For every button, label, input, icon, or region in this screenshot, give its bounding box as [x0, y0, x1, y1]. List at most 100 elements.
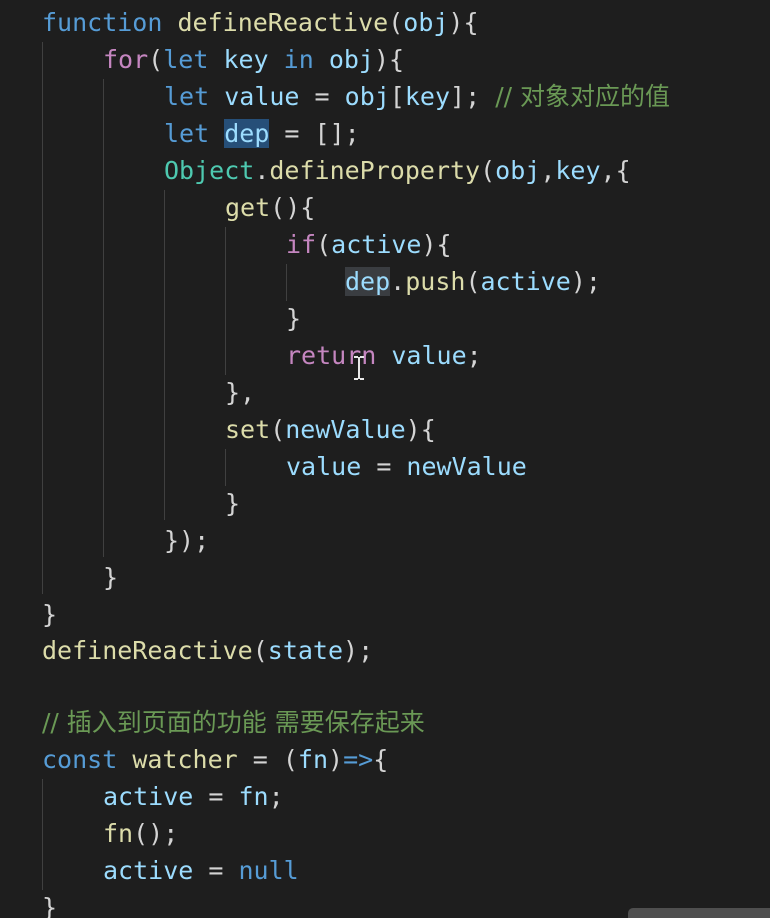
operator: =	[237, 745, 283, 774]
keyword-if: if	[286, 230, 317, 259]
parameter: newValue	[285, 415, 406, 444]
punctuation: (	[252, 636, 268, 665]
arrow-operator: =>	[343, 745, 374, 774]
punctuation: ){	[421, 230, 452, 259]
variable: active	[103, 782, 194, 811]
punctuation: (	[148, 45, 164, 74]
method-name: get	[225, 193, 271, 222]
code-line-7[interactable]: if(active){	[286, 226, 452, 263]
punctuation: [	[389, 82, 405, 111]
code-line-17[interactable]: }	[42, 596, 57, 633]
punctuation: (	[316, 230, 332, 259]
punctuation: (	[480, 156, 496, 185]
function-name: defineReactive	[177, 8, 389, 37]
operator: =	[299, 82, 345, 111]
function-name: watcher	[132, 745, 238, 774]
variable: newValue	[406, 452, 527, 481]
punctuation: }	[42, 600, 58, 629]
punctuation: = [];	[269, 119, 360, 148]
function-call: fn	[103, 819, 134, 848]
code-line-9[interactable]: }	[286, 300, 301, 337]
code-line-24[interactable]: active = null	[103, 852, 299, 889]
code-comment: // 对象对应的值	[495, 82, 670, 111]
punctuation: ){	[448, 8, 479, 37]
punctuation: }	[42, 893, 58, 918]
keyword-for: for	[103, 45, 149, 74]
variable: value	[224, 82, 300, 111]
punctuation: },	[225, 378, 256, 407]
variable: fn	[238, 782, 269, 811]
punctuation: );	[570, 267, 601, 296]
punctuation: (	[388, 8, 404, 37]
keyword-null: null	[238, 856, 299, 885]
punctuation: (	[270, 415, 286, 444]
code-line-23[interactable]: fn();	[103, 815, 178, 852]
keyword-return: return	[286, 341, 377, 370]
code-line-11[interactable]: },	[225, 374, 255, 411]
operator: =	[193, 782, 239, 811]
code-line-25[interactable]: }	[42, 889, 57, 918]
variable: key	[223, 45, 269, 74]
variable: key	[404, 82, 451, 111]
punctuation: ,	[540, 156, 556, 185]
code-line-10[interactable]: return value;	[286, 337, 482, 374]
code-line-1[interactable]: function defineReactive(obj){	[42, 4, 479, 41]
punctuation: .	[390, 267, 406, 296]
punctuation: ){	[373, 45, 405, 74]
code-line-22[interactable]: active = fn;	[103, 778, 284, 815]
code-editor[interactable]: function defineReactive(obj){ for(let ke…	[0, 0, 770, 918]
variable: key	[555, 156, 601, 185]
parameter: obj	[403, 8, 449, 37]
keyword-in: in	[283, 45, 314, 74]
keyword-function: function	[42, 8, 163, 37]
indent-guide	[42, 779, 43, 890]
code-line-4[interactable]: let dep = [];	[164, 115, 360, 152]
method-name: defineProperty	[269, 156, 481, 185]
keyword-let: let	[164, 82, 210, 111]
code-line-6[interactable]: get(){	[225, 189, 315, 226]
variable: active	[480, 267, 571, 296]
punctuation: ,{	[600, 156, 631, 185]
code-line-2[interactable]: for(let key in obj){	[103, 41, 404, 78]
indent-guide	[286, 264, 287, 301]
highlighted-variable: dep	[345, 267, 391, 296]
punctuation: }	[286, 304, 302, 333]
punctuation: ;	[268, 782, 284, 811]
horizontal-scrollbar-thumb[interactable]	[628, 908, 770, 918]
indent-guide	[225, 449, 226, 486]
code-line-3[interactable]: let value = obj[key]; // 对象对应的值	[164, 78, 670, 115]
punctuation: }	[103, 563, 119, 592]
code-line-15[interactable]: });	[164, 522, 209, 559]
variable: obj	[495, 156, 541, 185]
code-line-13[interactable]: value = newValue	[286, 448, 527, 485]
punctuation: (){	[270, 193, 316, 222]
method-name: push	[405, 267, 466, 296]
variable: value	[391, 341, 467, 370]
class-name: Object	[164, 156, 255, 185]
variable: active	[103, 856, 194, 885]
punctuation: ();	[133, 819, 179, 848]
code-line-12[interactable]: set(newValue){	[225, 411, 436, 448]
function-call: defineReactive	[42, 636, 253, 665]
code-line-8[interactable]: dep.push(active);	[345, 263, 601, 300]
code-line-16[interactable]: }	[103, 559, 118, 596]
code-line-21[interactable]: const watcher = (fn)=>{	[42, 741, 388, 778]
code-line-20[interactable]: // 插入到页面的功能 需要保存起来	[42, 704, 425, 741]
keyword-const: const	[42, 745, 118, 774]
code-line-14[interactable]: }	[225, 485, 240, 522]
punctuation: }	[225, 489, 241, 518]
operator: =	[361, 452, 407, 481]
code-line-5[interactable]: Object.defineProperty(obj,key,{	[164, 152, 631, 189]
code-line-18[interactable]: defineReactive(state);	[42, 632, 373, 669]
selected-variable: dep	[224, 119, 270, 148]
parameter: fn	[297, 745, 329, 774]
variable: state	[267, 636, 344, 665]
